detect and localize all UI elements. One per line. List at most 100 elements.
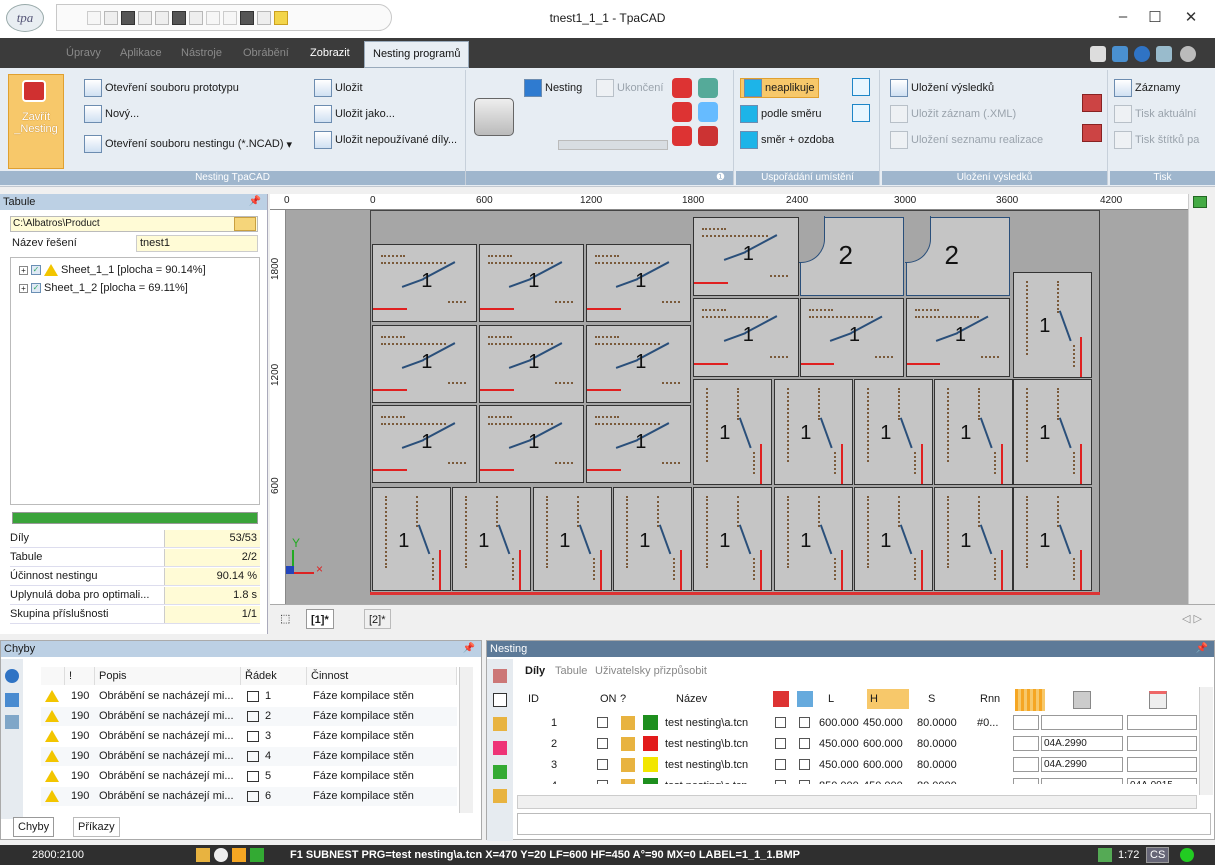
filter-icon[interactable] [5, 715, 19, 729]
on-checkbox[interactable] [597, 738, 608, 749]
table-row[interactable]: 1 test nesting\a.tcn 600.000 450.000 80.0000… [517, 713, 1197, 733]
status-view-icon[interactable] [214, 848, 228, 862]
col-header-severity[interactable] [41, 667, 65, 685]
nested-part[interactable]: 2 [905, 216, 1010, 296]
rotate-icon[interactable] [852, 78, 870, 96]
col-header-line[interactable]: Řádek [241, 667, 307, 685]
edge-select[interactable]: 04A.2990 [1041, 736, 1123, 751]
folder-icon[interactable] [493, 789, 507, 803]
placement-direction-decor[interactable]: směr + ozdoba [740, 130, 834, 150]
table-row[interactable]: 190 Obrábění se nacházejí mi... 3 Fáze komp… [41, 727, 457, 746]
nested-part[interactable]: 1 [693, 487, 772, 591]
tab-errors[interactable]: Chyby [13, 817, 55, 837]
rotate-back-icon[interactable] [852, 104, 870, 122]
grain-select[interactable] [1013, 736, 1039, 751]
tab-parts[interactable]: Díly [525, 665, 545, 677]
col-header-description[interactable]: Popis [95, 667, 241, 685]
rotate-checkbox[interactable] [799, 759, 810, 770]
nested-part[interactable]: 1 [372, 487, 451, 591]
layout-icon[interactable] [1112, 46, 1128, 62]
col-header-rnn[interactable]: Rnn [977, 689, 1000, 709]
end-button[interactable]: Ukončení [596, 78, 663, 98]
nested-part[interactable]: 1 [774, 379, 853, 485]
edge-top-select[interactable] [1127, 757, 1197, 772]
edit-part-icon[interactable] [621, 716, 635, 730]
tree-item-sheet-1-2[interactable]: + ✓ Sheet_1_2 [plocha = 69.11%] [19, 282, 188, 294]
col-header-id[interactable]: ID [525, 689, 539, 709]
edit-part-icon[interactable] [621, 758, 635, 772]
edit-part-icon[interactable] [621, 779, 635, 784]
cube-view-icon[interactable]: ⬚ [276, 609, 294, 629]
user-icon[interactable] [1156, 46, 1172, 62]
table-row[interactable]: 190 Obrábění se nacházejí mi... 6 Fáze komp… [41, 787, 457, 806]
col-header-on[interactable]: ON [597, 689, 617, 709]
col-header-thickness[interactable]: S [925, 689, 935, 709]
tab-scroll-arrows-icon[interactable]: ◁ ▷ [1178, 609, 1206, 629]
new-button[interactable]: Nový... [84, 104, 139, 124]
save-realization-list-button[interactable]: Uložení seznamu realizace [890, 130, 1043, 150]
red-tool-icon[interactable] [672, 102, 692, 122]
red-tool-icon[interactable] [672, 78, 692, 98]
on-checkbox[interactable] [597, 759, 608, 770]
grain-select[interactable] [1013, 757, 1039, 772]
nested-part[interactable]: 1 [372, 325, 477, 403]
solution-name-field[interactable]: tnest1 [136, 235, 258, 252]
edge-top-select[interactable] [1127, 715, 1197, 730]
nested-part[interactable]: 1 [533, 487, 612, 591]
col-header-length[interactable]: L [825, 689, 834, 709]
table-row[interactable]: 190 Obrábění se nacházejí mi... 1 Fáze komp… [41, 687, 457, 706]
nested-part[interactable]: 1 [854, 379, 933, 485]
part-list-icon[interactable] [493, 741, 507, 755]
table-row[interactable]: 190 Obrábění se nacházejí mi... 5 Fáze komp… [41, 767, 457, 786]
blue-tool-icon[interactable] [698, 102, 718, 122]
save-results-button[interactable]: Uložení výsledků [890, 78, 994, 98]
edit-part-icon[interactable] [621, 737, 635, 751]
menu-upravy[interactable]: Úpravy [66, 38, 101, 68]
comment-input[interactable] [517, 813, 1211, 835]
table-row[interactable]: 190 Obrábění se nacházejí mi... 2 Fáze komp… [41, 707, 457, 726]
folder-browse-icon[interactable] [234, 217, 256, 231]
edge-select[interactable]: 04A.2990 [1041, 757, 1123, 772]
pin-icon[interactable]: 📌 [1196, 641, 1208, 657]
edge-top-select[interactable]: 04A.0015 [1127, 778, 1197, 784]
rotate-checkbox[interactable] [799, 738, 810, 749]
folder-path-field[interactable]: C:\Albatros\Product [10, 216, 258, 232]
edit-part-icon[interactable] [493, 717, 507, 731]
canvas-vertical-scrollbar[interactable] [1188, 194, 1215, 604]
info-icon[interactable]: ❶ [716, 172, 725, 183]
pin-icon[interactable] [1090, 46, 1106, 62]
nested-part[interactable]: 1 [800, 298, 904, 377]
expand-icon[interactable]: + [19, 283, 28, 293]
nesting-vertical-scrollbar[interactable] [1199, 687, 1213, 795]
nested-part[interactable]: 1 [372, 405, 477, 483]
checkbox[interactable]: ✓ [31, 283, 41, 293]
nested-part[interactable]: 1 [774, 487, 853, 591]
placement-by-direction[interactable]: podle směru [740, 104, 822, 124]
status-snap-icon[interactable] [232, 848, 246, 862]
language-select[interactable]: CS [1146, 847, 1170, 863]
tab-sheets[interactable]: Tabule [555, 665, 587, 677]
nesting-sheet-button[interactable] [474, 98, 514, 136]
menu-zobrazit[interactable]: Zobrazit [310, 38, 350, 68]
material-checkbox[interactable] [775, 738, 786, 749]
edge-select[interactable] [1041, 778, 1123, 784]
gear-icon[interactable] [1180, 46, 1196, 62]
nested-part[interactable]: 1 [934, 379, 1013, 485]
checkbox[interactable]: ✓ [31, 265, 41, 275]
nested-part[interactable]: 1 [1013, 272, 1092, 378]
material-checkbox[interactable] [775, 759, 786, 770]
nested-part[interactable]: 1 [586, 405, 691, 483]
edge-top-select[interactable] [1127, 736, 1197, 751]
print-current-button[interactable]: Tisk aktuální [1114, 104, 1214, 124]
print-labels-button[interactable]: Tisk štítků pa [1114, 130, 1214, 150]
on-checkbox[interactable] [597, 780, 608, 784]
close-button[interactable]: ✕ [1176, 8, 1206, 26]
table-row[interactable]: 4 test nesting\c.tcn 850.000 450.000 80.0000… [517, 776, 1197, 784]
maximize-button[interactable]: ☐ [1140, 8, 1170, 26]
status-layer-icon[interactable] [250, 848, 264, 862]
material-checkbox[interactable] [775, 717, 786, 728]
refresh-icon[interactable] [493, 765, 507, 779]
nested-part[interactable]: 1 [452, 487, 531, 591]
open-prototype-button[interactable]: Otevření souboru prototypu [84, 78, 239, 98]
nested-part[interactable]: 1 [586, 325, 691, 403]
